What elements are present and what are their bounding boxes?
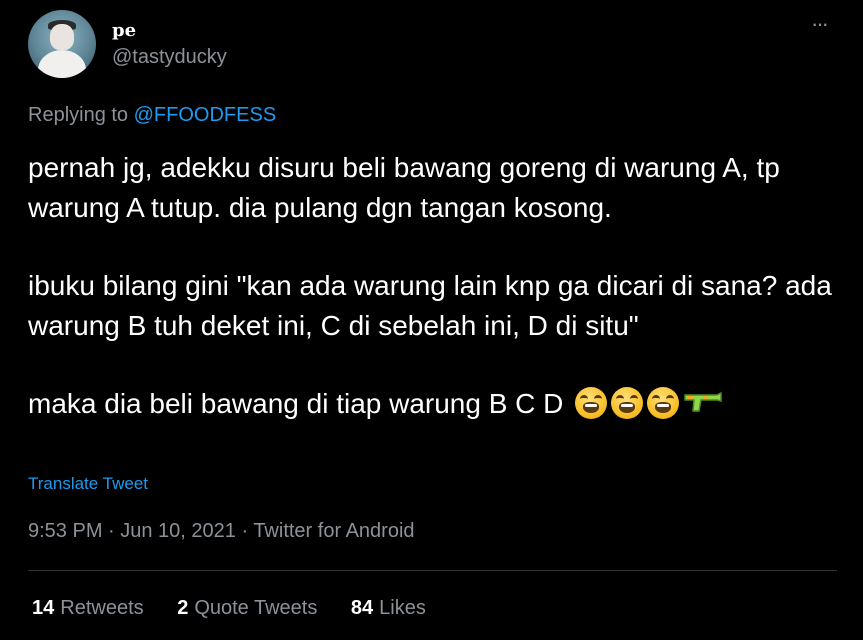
more-options-icon[interactable]: ··· xyxy=(811,13,829,35)
retweets-stat[interactable]: 14 Retweets xyxy=(32,597,144,619)
tweet-paragraph-1: pernah jg, adekku disuru beli bawang gor… xyxy=(28,152,780,223)
quote-tweets-label: Quote Tweets xyxy=(194,597,318,619)
tweet-text: pernah jg, adekku disuru beli bawang gor… xyxy=(28,148,838,424)
retweets-count: 14 xyxy=(32,597,55,619)
tweet-timestamp-source[interactable]: 9:53 PM · Jun 10, 2021 · Twitter for And… xyxy=(28,520,415,543)
author-display-name[interactable]: pe xyxy=(112,20,136,41)
tweet-paragraph-3: maka dia beli bawang di tiap warung B C … xyxy=(28,384,838,424)
quote-tweets-count: 2 xyxy=(177,597,189,619)
quote-tweets-stat[interactable]: 2 Quote Tweets xyxy=(177,597,317,619)
retweets-label: Retweets xyxy=(60,597,144,619)
replying-to-label: Replying to xyxy=(28,104,129,126)
tweet-paragraph-2: ibuku bilang gini "kan ada warung lain k… xyxy=(28,270,832,341)
water-pistol-emoji xyxy=(683,387,723,419)
likes-label: Likes xyxy=(379,597,426,619)
translate-tweet-link[interactable]: Translate Tweet xyxy=(28,474,148,494)
avatar-head xyxy=(50,24,74,50)
engagement-stats: 14 Retweets 2 Quote Tweets 84 Likes xyxy=(32,597,454,620)
weary-face-emoji xyxy=(575,386,608,419)
likes-stat[interactable]: 84 Likes xyxy=(351,597,426,619)
divider xyxy=(28,570,837,571)
likes-count: 84 xyxy=(350,597,374,619)
avatar-body xyxy=(38,50,86,78)
tweet-paragraph-3-text: maka dia beli bawang di tiap warung B C … xyxy=(28,388,564,419)
weary-face-emoji xyxy=(647,386,680,419)
replying-to: Replying to @FFOODFESS xyxy=(28,104,276,127)
avatar[interactable] xyxy=(28,10,96,78)
weary-face-emoji xyxy=(611,386,644,419)
reply-mention-link[interactable]: @FFOODFESS xyxy=(134,104,277,126)
author-handle[interactable]: @tastyducky xyxy=(112,46,227,69)
